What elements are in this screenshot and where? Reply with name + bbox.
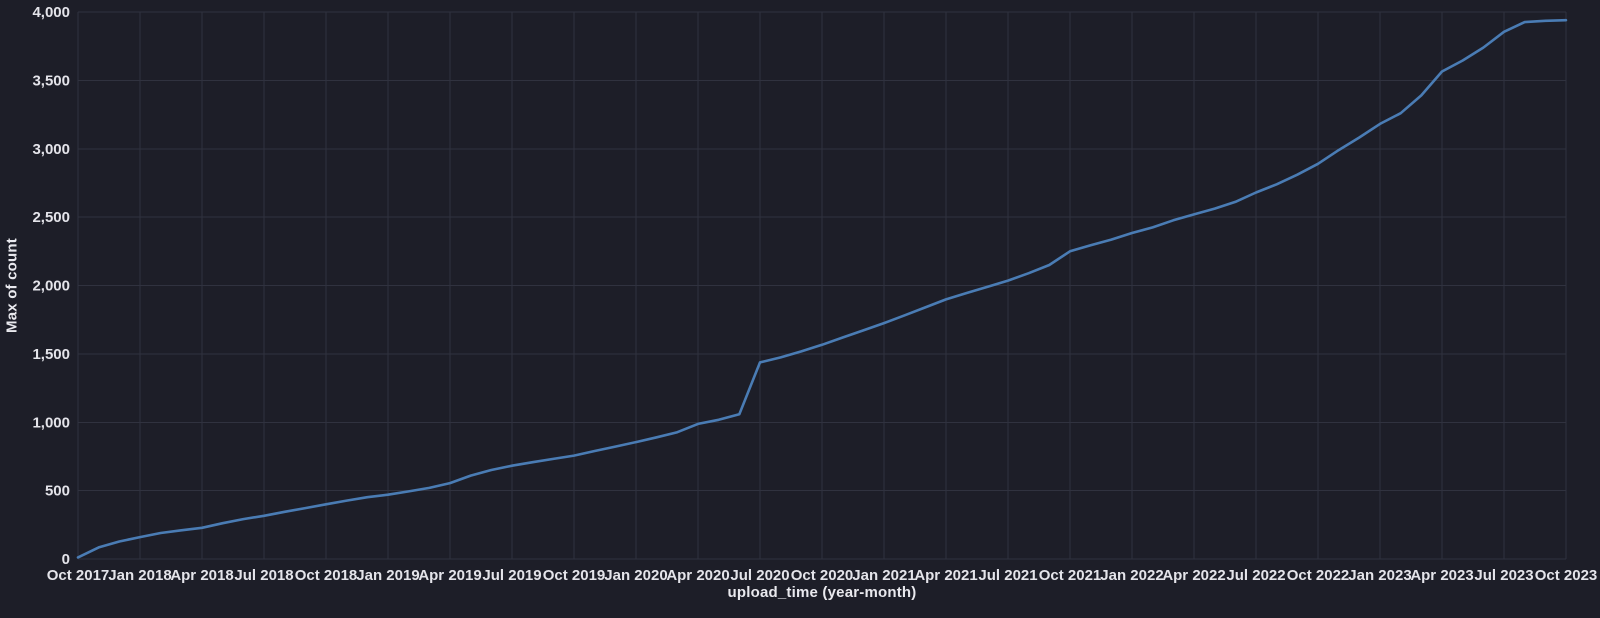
y-tick-label: 3,000: [32, 141, 70, 158]
x-tick-label: Jul 2020: [730, 567, 789, 584]
x-tick-label: Oct 2019: [543, 567, 606, 584]
x-tick-label: Jan 2022: [1100, 567, 1163, 584]
x-tick-label: Jul 2023: [1474, 567, 1533, 584]
x-tick-label: Oct 2021: [1039, 567, 1102, 584]
line-chart-panel: 0 500 1,000 1,500 2,000 2,500 3,000 3,500 4,000 O…: [0, 0, 1600, 618]
y-tick-label: 1,000: [32, 414, 70, 431]
x-tick-label: Oct 2018: [295, 567, 358, 584]
x-tick-label: Oct 2022: [1287, 567, 1350, 584]
x-tick-label: Apr 2023: [1410, 567, 1473, 584]
y-tick-label: 4,000: [32, 4, 70, 21]
x-tick-label: Jul 2018: [234, 567, 293, 584]
x-tick-label: Oct 2020: [791, 567, 854, 584]
x-tick-label: Apr 2019: [418, 567, 481, 584]
x-tick-label: Apr 2022: [1162, 567, 1225, 584]
y-tick-label: 1,500: [32, 346, 70, 363]
x-tick-label: Apr 2018: [170, 567, 233, 584]
x-tick-label: Apr 2021: [914, 567, 977, 584]
x-tick-label: Jan 2020: [604, 567, 667, 584]
x-tick-label: Oct 2017: [47, 567, 110, 584]
y-tick-label: 3,500: [32, 72, 70, 89]
y-tick-label: 0: [62, 551, 70, 568]
gridlines: [77, 11, 1567, 560]
x-tick-label: Jul 2022: [1226, 567, 1285, 584]
x-tick-label: Jan 2023: [1348, 567, 1411, 584]
x-tick-label: Jan 2021: [852, 567, 915, 584]
y-tick-label: 500: [45, 483, 70, 500]
axis-tick-labels: 0 500 1,000 1,500 2,000 2,500 3,000 3,500 4,000 O…: [32, 4, 1597, 584]
x-tick-label: Jan 2018: [108, 567, 171, 584]
x-tick-label: Apr 2020: [666, 567, 729, 584]
x-tick-label: Jul 2019: [482, 567, 541, 584]
y-tick-label: 2,500: [32, 209, 70, 226]
y-tick-label: 2,000: [32, 278, 70, 295]
x-tick-label: Jul 2021: [978, 567, 1037, 584]
x-tick-label: Oct 2023: [1535, 567, 1598, 584]
line-chart: 0 500 1,000 1,500 2,000 2,500 3,000 3,500 4,000 O…: [32, 4, 1597, 584]
x-tick-label: Jan 2019: [356, 567, 419, 584]
